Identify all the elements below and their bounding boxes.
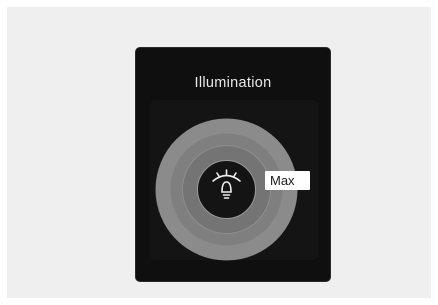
dial-center-knob (197, 160, 256, 219)
level-indicator: Max (265, 171, 310, 190)
screen-title: Illumination (194, 75, 272, 91)
illumination-screen: Illumination Max (136, 48, 330, 281)
page-background: Illumination Max (7, 7, 431, 298)
